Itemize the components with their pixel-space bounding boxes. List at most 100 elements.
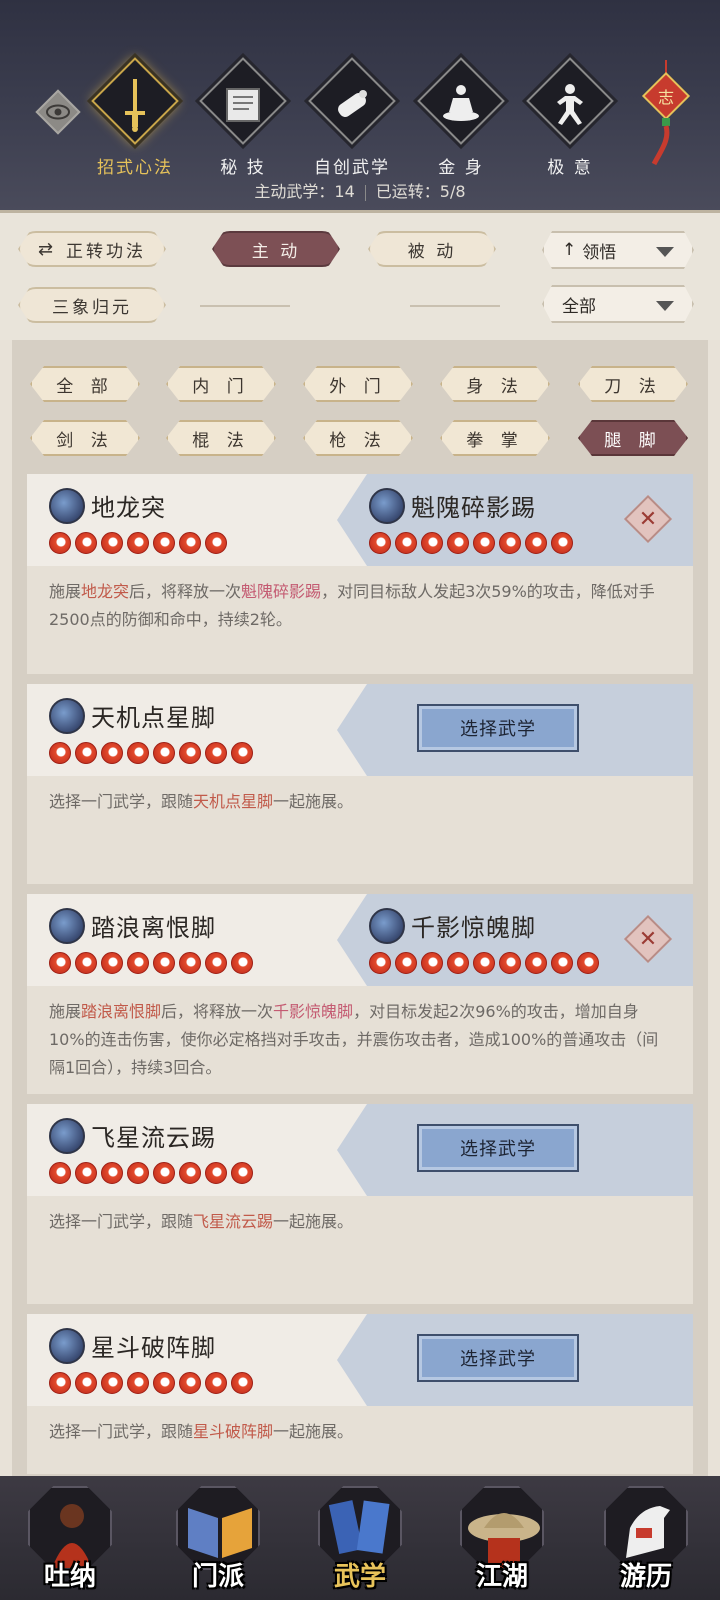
- level-dot: [179, 742, 201, 764]
- chevron-down-icon: [656, 301, 674, 311]
- level-dot: [473, 952, 495, 974]
- level-dot: [49, 532, 71, 554]
- skill-icon: [49, 488, 85, 524]
- level-dot: [205, 532, 227, 554]
- active-count: 主动武学：14: [254, 182, 355, 201]
- skill-stats: 主动武学：14 已运转：5/8: [0, 178, 720, 202]
- skill-icon: [49, 1118, 85, 1154]
- swap-icon: ⇄: [37, 238, 57, 260]
- nav-item-self-created[interactable]: 自创武学: [297, 57, 407, 178]
- level-dot: [499, 952, 521, 974]
- bottom-nav-jianghu[interactable]: 江湖: [452, 1486, 552, 1596]
- skill-name: 天机点星脚: [91, 704, 216, 732]
- level-dot: [447, 952, 469, 974]
- level-dot: [577, 952, 599, 974]
- level-dot: [101, 532, 123, 554]
- level-dot: [179, 532, 201, 554]
- decor-line: [200, 305, 290, 307]
- filter-dropdown[interactable]: 全部: [542, 285, 694, 323]
- close-icon[interactable]: ✕: [631, 502, 665, 536]
- choose-skill-button[interactable]: 选择武学: [417, 704, 579, 752]
- level-dot: [127, 1372, 149, 1394]
- nav-item-moves[interactable]: 招式心法: [80, 57, 190, 178]
- nav-label: 极 意: [547, 158, 593, 178]
- scroll-icon: [322, 80, 382, 130]
- filter-tag-fist[interactable]: 拳 掌: [440, 420, 550, 456]
- level-dot: [551, 952, 573, 974]
- filter-tag-blade[interactable]: 刀 法: [578, 366, 688, 402]
- decor-line: [410, 305, 500, 307]
- chinese-knot-icon[interactable]: 志: [638, 60, 694, 170]
- level-dot: [49, 952, 71, 974]
- skill-name: 星斗破阵脚: [91, 1334, 216, 1362]
- nav-item-golden-body[interactable]: 金 身: [406, 57, 516, 178]
- tab-passive[interactable]: 被 动: [368, 231, 496, 267]
- bottom-nav-martial-arts[interactable]: 武学: [310, 1486, 410, 1596]
- level-dot: [101, 742, 123, 764]
- level-dots: [369, 952, 599, 974]
- choose-skill-button[interactable]: 选择武学: [417, 1334, 579, 1382]
- skill-card: 踏浪离恨脚 千影惊魄脚 ✕ 施展踏浪离恨脚后，将释放一次千影惊魄脚，对目标发起2…: [27, 894, 693, 1094]
- skill-description: 施展踏浪离恨脚后，将释放一次千影惊魄脚，对目标发起2次96%的攻击，增加自身10…: [49, 1002, 659, 1077]
- linked-skill-icon: [369, 908, 405, 944]
- level-dot: [231, 1372, 253, 1394]
- sort-dropdown[interactable]: ↑ 领悟: [542, 231, 694, 269]
- level-dot: [49, 1372, 71, 1394]
- filter-tag-inner[interactable]: 内 门: [166, 366, 276, 402]
- skill-card: 飞星流云踢 选择武学 选择一门武学，跟随飞星流云踢一起施展。: [27, 1104, 693, 1304]
- level-dots: [49, 952, 253, 974]
- filter-tag-sword[interactable]: 剑 法: [30, 420, 140, 456]
- filter-tag-movement[interactable]: 身 法: [440, 366, 550, 402]
- tab-active[interactable]: 主 动: [212, 231, 340, 267]
- skill-name: 地龙突: [91, 494, 166, 522]
- level-dot: [75, 952, 97, 974]
- level-dot: [205, 952, 227, 974]
- level-dot: [127, 1162, 149, 1184]
- nav-label: 金 身: [438, 158, 484, 178]
- level-dot: [101, 952, 123, 974]
- sanxiang-button[interactable]: 三象归元: [18, 287, 166, 323]
- filter-tag-staff[interactable]: 棍 法: [166, 420, 276, 456]
- nav-label: 招式心法: [97, 158, 173, 178]
- level-dot: [447, 532, 469, 554]
- level-dot: [205, 742, 227, 764]
- chevron-down-icon: [656, 247, 674, 257]
- level-dot: [101, 1372, 123, 1394]
- level-dot: [49, 1162, 71, 1184]
- choose-skill-button[interactable]: 选择武学: [417, 1124, 579, 1172]
- level-dots: [49, 1162, 253, 1184]
- nav-label: 秘 技: [220, 158, 266, 178]
- filter-tag-leg[interactable]: 腿 脚: [578, 420, 688, 456]
- filter-tag-outer[interactable]: 外 门: [303, 366, 413, 402]
- filter-tag-all[interactable]: 全 部: [30, 366, 140, 402]
- level-dots: [369, 532, 573, 554]
- level-dots: [49, 532, 227, 554]
- level-dot: [551, 532, 573, 554]
- bottom-nav-travel[interactable]: 游历: [596, 1486, 696, 1596]
- top-nav: 招式心法 秘 技 自创武学 金 身 极 意: [0, 57, 720, 178]
- nav-item-ultimate[interactable]: 极 意: [515, 57, 625, 178]
- level-dot: [179, 1372, 201, 1394]
- level-dot: [525, 952, 547, 974]
- level-dots: [49, 742, 253, 764]
- close-icon[interactable]: ✕: [631, 922, 665, 956]
- nav-item-secret-skill[interactable]: 秘 技: [188, 57, 298, 178]
- skill-description: 选择一门武学，跟随星斗破阵脚一起施展。: [49, 1422, 354, 1441]
- bottom-nav-sect[interactable]: 门派: [168, 1486, 268, 1596]
- skill-card: 星斗破阵脚 选择武学 选择一门武学，跟随星斗破阵脚一起施展。: [27, 1314, 693, 1474]
- skill-card: 地龙突 魁隗碎影踢 ✕ 施展地龙突后，将释放一次魁隗碎影踢，对同目标敌人发起3次…: [27, 474, 693, 674]
- level-dot: [75, 532, 97, 554]
- level-dot: [153, 532, 175, 554]
- level-dot: [395, 532, 417, 554]
- level-dot: [153, 742, 175, 764]
- meditation-icon: [431, 80, 491, 130]
- level-dot: [205, 1162, 227, 1184]
- skill-name: 飞星流云踢: [91, 1124, 216, 1152]
- level-dot: [179, 1162, 201, 1184]
- level-dot: [369, 952, 391, 974]
- forward-rotate-button[interactable]: ⇄ 正转功法: [18, 231, 166, 267]
- skill-icon: [49, 698, 85, 734]
- filter-tag-spear[interactable]: 枪 法: [303, 420, 413, 456]
- bottom-nav-breathing[interactable]: 吐纳: [20, 1486, 120, 1596]
- level-dot: [153, 952, 175, 974]
